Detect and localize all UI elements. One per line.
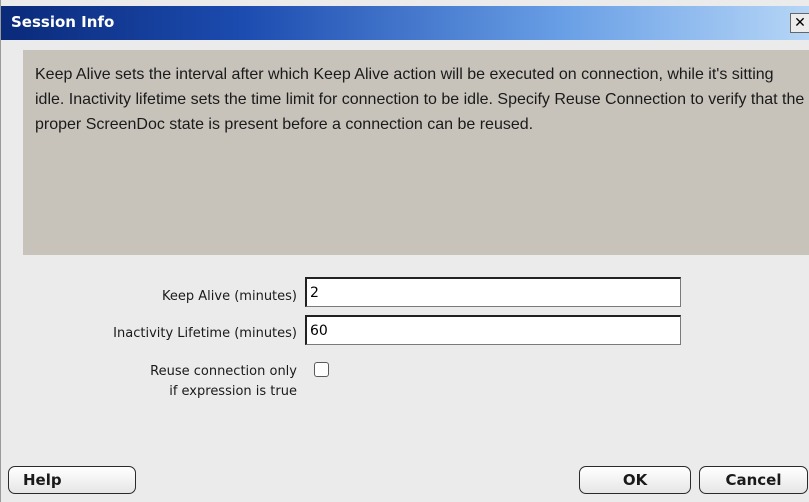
close-button[interactable]: ✕ [790, 13, 809, 33]
help-button[interactable]: Help [8, 466, 136, 494]
dialog-title: Session Info [11, 13, 115, 31]
inactivity-lifetime-label: Inactivity Lifetime (minutes) [113, 326, 297, 341]
cancel-button[interactable]: Cancel [699, 466, 808, 494]
info-panel: Keep Alive sets the interval after which… [23, 50, 809, 255]
cancel-button-label: Cancel [725, 471, 782, 489]
help-button-label: Help [23, 471, 62, 489]
close-icon: ✕ [794, 15, 806, 31]
reuse-label-line2: if expression is true [169, 384, 297, 399]
reuse-label-line1: Reuse connection only [150, 364, 297, 379]
inactivity-lifetime-input[interactable] [305, 315, 681, 345]
keep-alive-label: Keep Alive (minutes) [162, 289, 297, 304]
keep-alive-input[interactable] [305, 277, 681, 307]
ok-button[interactable]: OK [579, 466, 691, 494]
reuse-connection-checkbox[interactable] [314, 362, 329, 377]
ok-button-label: OK [622, 471, 648, 489]
title-bar: Session Info ✕ [1, 6, 809, 40]
session-info-dialog: Session Info ✕ Keep Alive sets the inter… [0, 0, 809, 502]
info-description: Keep Alive sets the interval after which… [35, 66, 805, 133]
reuse-connection-label: Reuse connection only if expression is t… [150, 362, 297, 402]
